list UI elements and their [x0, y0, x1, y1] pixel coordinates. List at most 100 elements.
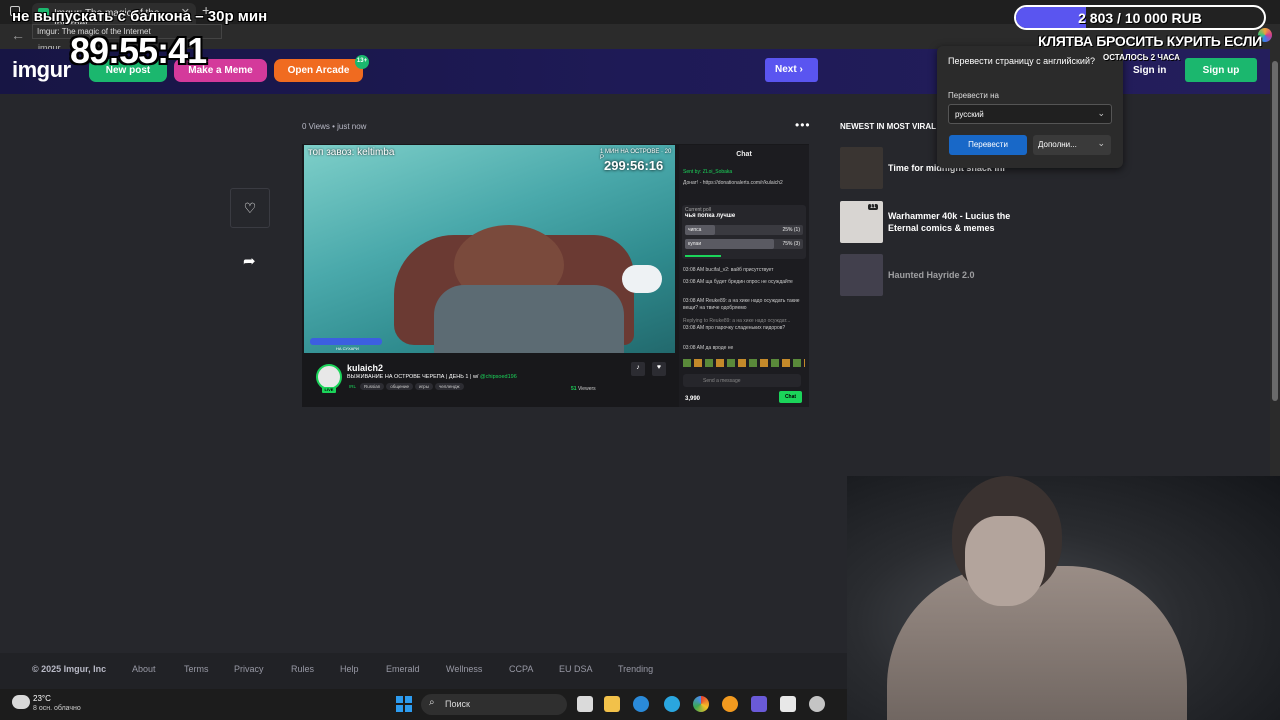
- poll-option-pct: 25% (1): [782, 227, 800, 233]
- footer-link-ccpa[interactable]: CCPA: [509, 664, 533, 674]
- sign-up-button[interactable]: Sign up: [1185, 58, 1257, 82]
- chat-message: 03:08 AM да вроде не: [683, 345, 734, 351]
- live-badge: LIVE: [322, 387, 336, 393]
- footer-link-emerald[interactable]: Emerald: [386, 664, 420, 674]
- video-bar-text: НА СУХАРИ: [336, 346, 359, 351]
- language-selected: русский: [955, 110, 984, 119]
- footer-link-rules[interactable]: Rules: [291, 664, 314, 674]
- poll-option-pct: 75% (3): [782, 241, 800, 247]
- video-top-text: топ завоз: keltimba: [308, 147, 395, 158]
- stream-tag[interactable]: IRL: [347, 383, 358, 390]
- chat-send-button[interactable]: Chat: [779, 391, 802, 403]
- viewer-number: 51: [571, 386, 577, 392]
- weather-description: 8 осн. облачно: [33, 705, 81, 712]
- language-select[interactable]: русский ⌄: [948, 104, 1112, 124]
- next-label: Next: [775, 64, 797, 75]
- footer-link-terms[interactable]: Terms: [184, 664, 209, 674]
- footer-link-privacy[interactable]: Privacy: [234, 664, 264, 674]
- imgur-logo[interactable]: imgur: [12, 57, 71, 83]
- stream-tag[interactable]: Russian: [360, 383, 385, 390]
- webcam-feed: [847, 476, 1280, 720]
- heart-icon: ♡: [243, 200, 257, 216]
- streamer-info: LIVE kulaich2 ВЫЖИВАНИЕ НА ОСТРОВЕ ЧЕРЕП…: [304, 356, 676, 406]
- chat-message: 03:08 AM ща будет бредин опрос не осужда…: [683, 279, 793, 285]
- stream-tags: IRL Russian общение игры челлендж: [347, 383, 466, 390]
- chat-donate[interactable]: Донат! - https://donationalerts.com/r/ku…: [683, 180, 803, 187]
- recommended-item[interactable]: Haunted Hayride 2.0: [840, 254, 1040, 296]
- overlay-vow-text: КЛЯТВА БРОСИТЬ КУРИТЬ ЕСЛИ: [1038, 33, 1262, 49]
- post-meta: 0 Views • just now: [302, 122, 367, 131]
- footer-link-help[interactable]: Help: [340, 664, 359, 674]
- chevron-right-icon: ›: [799, 64, 803, 75]
- sign-in-link[interactable]: Sign in: [1133, 65, 1166, 76]
- streamer-name[interactable]: kulaich2: [347, 363, 383, 373]
- file-explorer-icon[interactable]: [604, 696, 620, 712]
- obs-icon[interactable]: [809, 696, 825, 712]
- task-view-icon[interactable]: [577, 696, 593, 712]
- donation-goal-bar: 2 803 / 10 000 RUB: [1014, 5, 1266, 30]
- taskbar-search-label: Поиск: [445, 699, 470, 709]
- recommended-item[interactable]: 11 Warhammer 40k - Lucius the Eternal co…: [840, 201, 1040, 243]
- weather-cloud-icon[interactable]: [12, 695, 30, 709]
- chart-app-icon[interactable]: [751, 696, 767, 712]
- stream-tag[interactable]: общение: [386, 383, 414, 390]
- more-options-button[interactable]: Дополни... ⌄: [1033, 135, 1111, 155]
- chrome-icon[interactable]: [693, 696, 709, 712]
- poll-option-label: чипса: [688, 227, 702, 233]
- stream-title: ВЫЖИВАНИЕ НА ОСТРОВЕ ЧЕРЕПА | ДЕНЬ 1 | w…: [347, 374, 587, 380]
- chat-message: 03:08 AM bucifal_v2: вайб присутствует: [683, 267, 774, 273]
- recommended-title: Warhammer 40k - Lucius the Eternal comic…: [888, 211, 1011, 233]
- notification-bell-icon[interactable]: ♪: [631, 362, 645, 376]
- channel-points: 3,990: [685, 396, 701, 402]
- edge-browser-icon[interactable]: [633, 696, 649, 712]
- more-options-icon[interactable]: •••: [795, 118, 811, 132]
- post-image: топ завоз: keltimba 1 МИН НА ОСТРОВЕ · 2…: [302, 144, 809, 407]
- back-arrow-icon[interactable]: ←: [11, 27, 25, 43]
- recommended-title: Haunted Hayride 2.0: [888, 270, 975, 280]
- video-jeans: [434, 285, 624, 353]
- newest-heading: NEWEST IN MOST VIRAL: [840, 122, 936, 131]
- chat-poll: Current poll чья попка лучше чипса 25% (…: [682, 205, 806, 259]
- overlay-remaining-text: ОСТАЛОСЬ 2 ЧАСА: [1103, 53, 1180, 62]
- emote-bar[interactable]: [683, 359, 805, 367]
- follow-heart-icon[interactable]: ♥: [652, 362, 666, 376]
- poll-timer-bar: [685, 255, 721, 257]
- poll-option-2[interactable]: кулаи 75% (3): [685, 239, 803, 249]
- next-button[interactable]: Next ›: [765, 58, 818, 82]
- windows-start-icon[interactable]: [396, 696, 412, 712]
- recommended-thumbnail: [840, 254, 883, 296]
- viewer-label: Viewers: [577, 386, 596, 392]
- app-icon[interactable]: [780, 696, 796, 712]
- translate-popup: Перевести страницу с английский? Перевес…: [937, 46, 1123, 168]
- video-sock: [622, 265, 662, 293]
- taskbar-search[interactable]: ⌕ Поиск: [421, 694, 567, 715]
- chevron-down-icon: ⌄: [1097, 138, 1105, 148]
- stream-tag[interactable]: игры: [415, 383, 433, 390]
- footer-link-about[interactable]: About: [132, 664, 156, 674]
- translate-button[interactable]: Перевести: [949, 135, 1027, 155]
- open-arcade-button[interactable]: Open Arcade: [274, 59, 363, 82]
- viewer-count: 51 Viewers: [571, 386, 596, 392]
- chevron-down-icon: ⌄: [1097, 108, 1105, 118]
- poll-question: чья попка лучше: [685, 213, 736, 219]
- scrollbar-thumb[interactable]: [1272, 61, 1278, 401]
- footer-link-eu-dsa[interactable]: EU DSA: [559, 664, 593, 674]
- search-icon: ⌕: [429, 697, 435, 708]
- footer-link-wellness[interactable]: Wellness: [446, 664, 482, 674]
- image-count-badge: 11: [868, 204, 879, 210]
- more-options-label: Дополни...: [1038, 140, 1077, 149]
- open-arcade-label: Open Arcade: [287, 65, 350, 76]
- footer-link-trending[interactable]: Trending: [618, 664, 653, 674]
- recommended-thumbnail: [840, 147, 883, 189]
- telegram-icon[interactable]: [664, 696, 680, 712]
- stream-title-text: ВЫЖИВАНИЕ НА ОСТРОВЕ ЧЕРЕПА | ДЕНЬ 1 | w…: [347, 374, 479, 380]
- app-icon[interactable]: [722, 696, 738, 712]
- share-arrow-icon[interactable]: ➦: [243, 252, 256, 270]
- stream-tag[interactable]: челлендж: [434, 383, 464, 390]
- favorite-button[interactable]: ♡: [230, 188, 270, 228]
- chat-input[interactable]: Send a message: [683, 374, 801, 387]
- translate-title: Перевести страницу с английский?: [948, 56, 1095, 66]
- poll-option-1[interactable]: чипса 25% (1): [685, 225, 803, 235]
- overlay-timer: 89:55:41: [70, 30, 207, 71]
- chat-message: 03:08 AM Reuke89: а на хике надо осуждат…: [683, 298, 800, 311]
